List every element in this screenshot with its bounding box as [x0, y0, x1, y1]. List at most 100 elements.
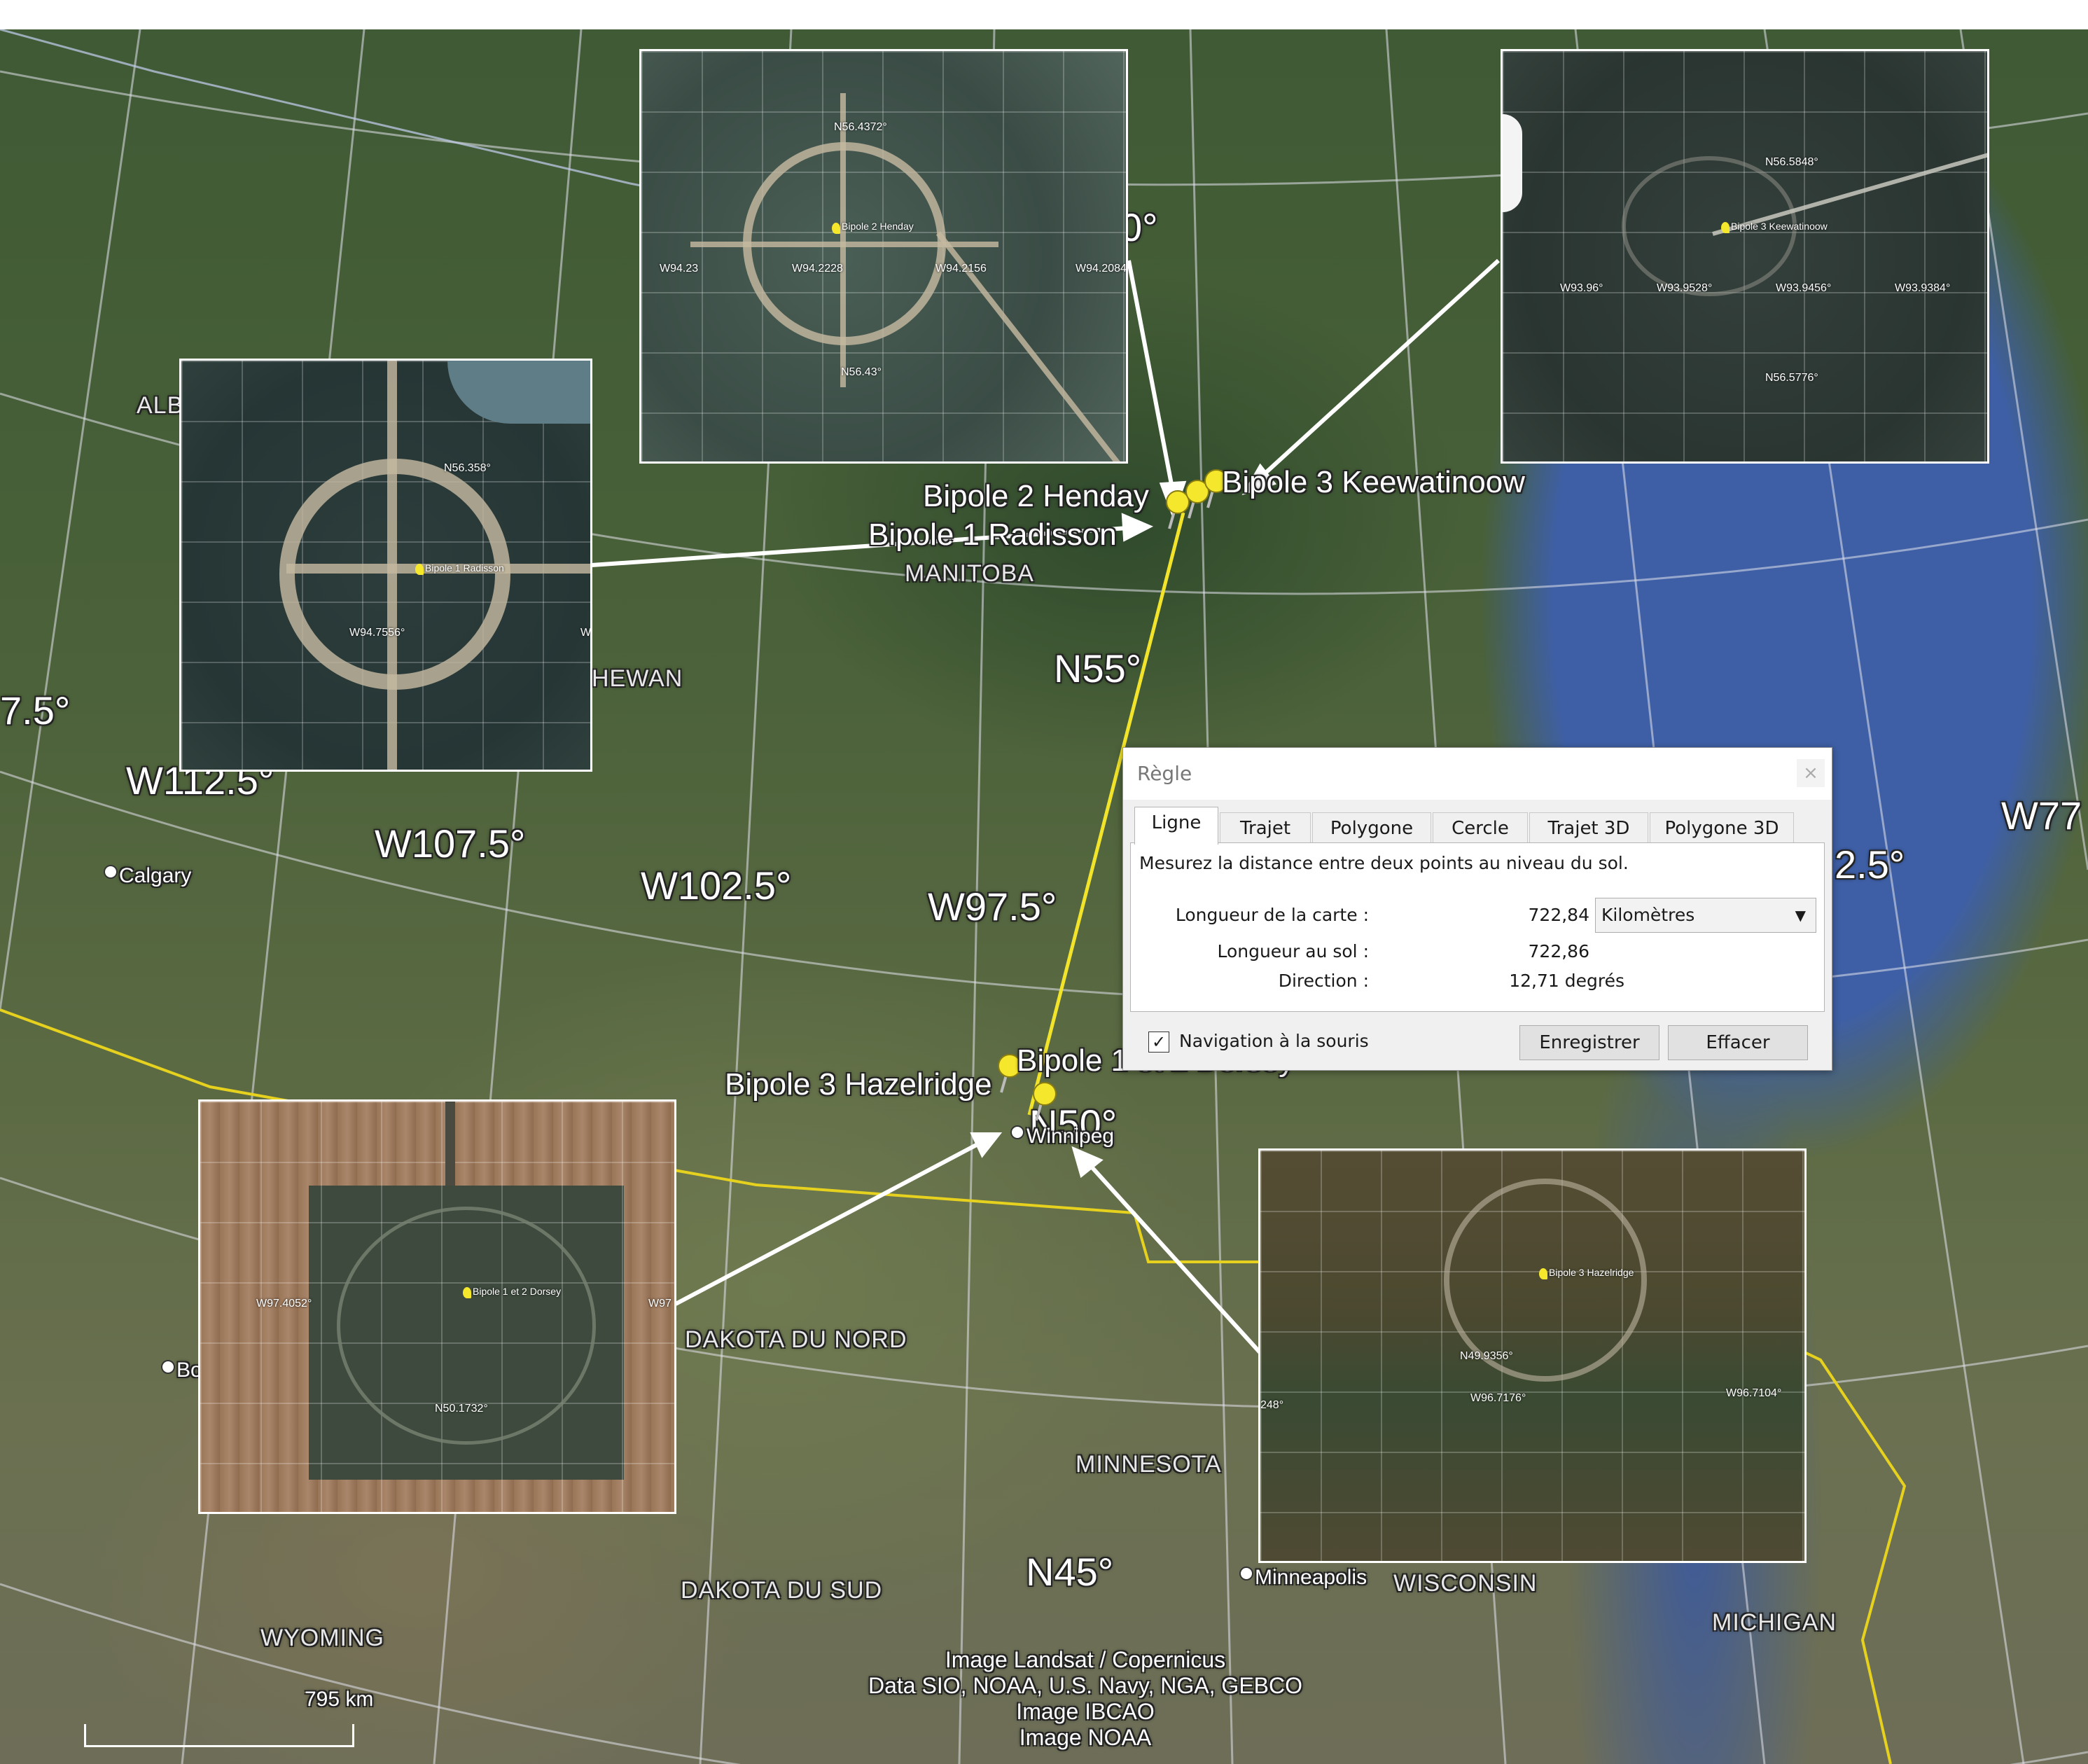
pushpin-icon: [1721, 222, 1729, 233]
inset-coord: W: [580, 627, 592, 639]
save-button[interactable]: Enregistrer: [1519, 1025, 1659, 1060]
pushpin-icon[interactable]: [1029, 1080, 1057, 1122]
mouse-nav-label: Navigation à la souris: [1179, 1031, 1369, 1051]
scale-bar: [84, 1724, 354, 1747]
inset-coord: W97: [648, 1298, 671, 1310]
city-dot-winnipeg[interactable]: [1010, 1125, 1024, 1139]
city-dot-minneapolis[interactable]: [1239, 1567, 1253, 1581]
coord-label-n45: N45°: [1026, 1550, 1114, 1594]
map-length-value: 722,84: [1528, 905, 1589, 925]
clear-button[interactable]: Effacer: [1668, 1025, 1808, 1060]
coord-label-w107: W107.5°: [375, 821, 526, 866]
credit-line: Image NOAA: [1019, 1725, 1152, 1750]
inset-pin-label: Bipole 1 Radisson: [425, 562, 504, 574]
map-view[interactable]: 0° N55° N50° N45° 7.5° W112.5° W107.5° W…: [0, 29, 2088, 1764]
pushpin-icon: [415, 564, 424, 575]
inset-coord: N49.9356°: [1460, 1350, 1513, 1362]
coord-label-n55: N55°: [1054, 646, 1142, 690]
ground-length-label: Longueur au sol :: [1217, 941, 1369, 961]
inset-coord: N50.1732°: [435, 1403, 488, 1415]
tab-polygone[interactable]: Polygone: [1312, 812, 1431, 843]
ruler-description: Mesurez la distance entre deux points au…: [1139, 853, 1629, 873]
credit-line: Image Landsat / Copernicus: [945, 1647, 1226, 1672]
inset-henday: Bipole 2 Henday N56.4372° N56.43° W94.23…: [639, 49, 1128, 464]
inset-coord: N56.4372°: [834, 121, 887, 133]
inset-coord: N56.5776°: [1765, 372, 1818, 384]
inset-dorsey: Bipole 1 et 2 Dorsey W97.4052° W97 N50.1…: [198, 1099, 676, 1514]
chevron-down-icon: ▼: [1795, 907, 1806, 924]
inset-coord: W96.7176°: [1470, 1392, 1526, 1404]
ruler-panel: Mesurez la distance entre deux points au…: [1130, 842, 1825, 1012]
ruler-title: Règle: [1137, 762, 1192, 785]
inset-pin-label: Bipole 2 Henday: [842, 221, 914, 232]
inset-pin-label: Bipole 1 et 2 Dorsey: [473, 1286, 562, 1297]
region-manitoba: MANITOBA: [905, 560, 1034, 587]
tab-trajet[interactable]: Trajet: [1220, 812, 1311, 843]
inset-coord: W93.9528°: [1657, 282, 1713, 294]
inset-keewatinoow: Bipole 3 Keewatinoow N56.5848° N56.5776°…: [1501, 49, 1989, 464]
region-alberta: ALB: [137, 392, 184, 419]
inset-coord: W94.7556°: [349, 627, 405, 639]
inset-coord: W94.2084: [1076, 263, 1127, 275]
inset-coord: W93.9384°: [1895, 282, 1951, 294]
placemark-keewatinoow[interactable]: Bipole 3 Keewatinoow: [1222, 465, 1525, 500]
credit-line: Image IBCAO: [1016, 1699, 1155, 1724]
inset-coord: W93.9456°: [1776, 282, 1832, 294]
inset-coord: N56.5848°: [1765, 156, 1818, 168]
city-dot-bismarck[interactable]: [161, 1360, 175, 1374]
inset-coord: 248°: [1260, 1399, 1284, 1411]
placemark-hazelridge[interactable]: Bipole 3 Hazelridge: [725, 1067, 992, 1102]
ground-length-value: 722,86: [1528, 941, 1589, 961]
tab-trajet-3d[interactable]: Trajet 3D: [1529, 812, 1648, 843]
inset-coord: W93.96°: [1560, 282, 1603, 294]
cloud: [1503, 114, 1522, 212]
inset-coord: W94.2156: [935, 263, 987, 275]
unit-select-value: Kilomètres: [1601, 905, 1695, 925]
pushpin-icon: [1539, 1268, 1547, 1279]
pushpin-icon: [463, 1287, 471, 1298]
placemark-radisson[interactable]: Bipole 1 Radisson: [868, 518, 1117, 553]
ruler-tabs: Ligne Trajet Polygone Cercle Trajet 3D P…: [1130, 807, 1825, 845]
placemark-henday[interactable]: Bipole 2 Henday: [923, 479, 1149, 514]
tab-cercle[interactable]: Cercle: [1433, 812, 1528, 843]
city-minneapolis: Minneapolis: [1255, 1566, 1367, 1589]
region-minnesota: MINNESOTA: [1076, 1451, 1222, 1478]
coord-label-w102: W102.5°: [641, 863, 792, 908]
coord-label-w77: W77: [2001, 793, 2082, 838]
city-calgary: Calgary: [119, 864, 192, 887]
city-dot-calgary[interactable]: [104, 865, 118, 879]
imagery-credits: Image Landsat / Copernicus Data SIO, NOA…: [805, 1647, 1365, 1751]
ruler-dialog: Règle × Ligne Trajet Polygone Cercle Tra…: [1122, 747, 1832, 1071]
inset-radisson: Bipole 1 Radisson N56.358° W94.7556° W: [179, 359, 592, 772]
access-road: [445, 1102, 455, 1186]
tab-polygone-3d[interactable]: Polygone 3D: [1650, 812, 1794, 843]
inset-coord: N56.358°: [444, 462, 491, 474]
inset-pin-label: Bipole 3 Hazelridge: [1549, 1267, 1634, 1278]
inset-coord: W94.2228: [792, 263, 843, 275]
mouse-nav-checkbox[interactable]: ✓: [1148, 1032, 1169, 1053]
inset-coord: N56.43°: [841, 366, 882, 378]
scale-label: 795 km: [305, 1688, 374, 1711]
coord-label-w97: W97.5°: [928, 884, 1057, 929]
region-south-dakota: DAKOTA DU SUD: [681, 1577, 883, 1604]
direction-value: 12,71 degrés: [1509, 971, 1624, 991]
unit-select[interactable]: Kilomètres ▼: [1595, 898, 1816, 933]
map-length-label: Longueur de la carte :: [1175, 905, 1369, 925]
inset-coord: W97.4052°: [256, 1298, 312, 1310]
inset-pin-label: Bipole 3 Keewatinoow: [1731, 221, 1828, 232]
region-north-dakota: DAKOTA DU NORD: [685, 1326, 907, 1353]
coord-label-w87: 2.5°: [1835, 842, 1905, 887]
radial-road: [840, 93, 846, 387]
inset-coord: W96.7104°: [1726, 1387, 1782, 1399]
region-saskatchewan: HEWAN: [592, 665, 683, 692]
inset-hazelridge: Bipole 3 Hazelridge N49.9356° W96.7176° …: [1258, 1148, 1807, 1563]
pushpin-icon: [832, 223, 840, 234]
region-wisconsin: WISCONSIN: [1393, 1570, 1538, 1597]
inset-coord: W94.23: [660, 263, 699, 275]
credit-line: Data SIO, NOAA, U.S. Navy, NGA, GEBCO: [868, 1673, 1302, 1698]
region-michigan: MICHIGAN: [1712, 1609, 1837, 1636]
tab-ligne[interactable]: Ligne: [1134, 807, 1218, 845]
close-icon[interactable]: ×: [1797, 759, 1825, 787]
region-wyoming: WYOMING: [260, 1625, 384, 1651]
ruler-titlebar[interactable]: Règle ×: [1123, 748, 1832, 800]
